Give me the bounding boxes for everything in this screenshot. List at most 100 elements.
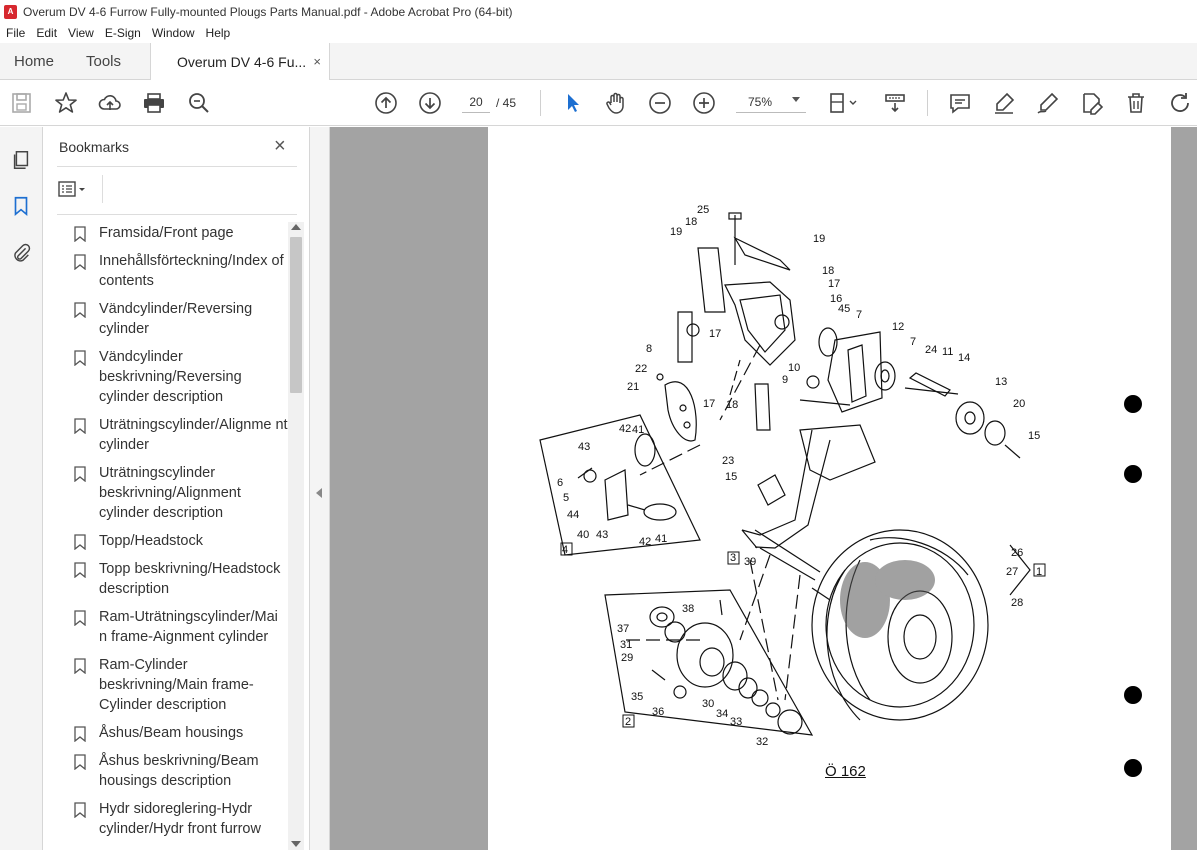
print-icon[interactable] bbox=[141, 90, 167, 116]
bookmark-label: Vändcylinder beskrivning/Reversing cylin… bbox=[99, 349, 242, 405]
binding-hole bbox=[1124, 395, 1142, 413]
menu-help[interactable]: Help bbox=[201, 26, 236, 40]
figure-caption: Ö 162 bbox=[825, 763, 866, 780]
bookmark-options-button[interactable] bbox=[57, 177, 97, 201]
bookmark-item[interactable]: Framsida/Front page bbox=[43, 223, 288, 251]
zoom-out-icon[interactable] bbox=[647, 90, 673, 116]
menu-window[interactable]: Window bbox=[147, 26, 200, 40]
bookmark-label: Åshus beskrivning/Beam housings descript… bbox=[99, 753, 259, 789]
bookmark-label: Framsida/Front page bbox=[99, 225, 234, 241]
bookmark-icon bbox=[74, 226, 86, 242]
left-rail bbox=[0, 127, 43, 850]
bookmark-item[interactable]: Uträtningscylinder/Alignme nt cylinder bbox=[43, 415, 288, 463]
panel-divider bbox=[57, 166, 297, 167]
title-bar: A Overum DV 4-6 Furrow Fully-mounted Plo… bbox=[0, 0, 1197, 23]
bookmark-item[interactable]: Innehållsförteckning/Index of contents bbox=[43, 251, 288, 299]
pdf-page bbox=[488, 127, 1171, 850]
upload-icon[interactable] bbox=[97, 90, 123, 116]
bookmark-label: Uträtningscylinder beskrivning/Alignment… bbox=[99, 465, 241, 521]
menu-edit[interactable]: Edit bbox=[31, 26, 62, 40]
menu-bar: File Edit View E-Sign Window Help bbox=[0, 23, 1197, 43]
bookmark-icon bbox=[74, 534, 86, 550]
hand-icon[interactable] bbox=[603, 90, 629, 116]
bookmark-item[interactable]: Vändcylinder/Reversing cylinder bbox=[43, 299, 288, 347]
scrollbar-thumb[interactable] bbox=[290, 237, 302, 393]
close-panel-icon[interactable]: × bbox=[274, 135, 286, 158]
delete-icon[interactable] bbox=[1123, 90, 1149, 116]
bookmark-label: Ram-Uträtningscylinder/Mai n frame-Aignm… bbox=[99, 609, 278, 645]
bookmark-label: Vändcylinder/Reversing cylinder bbox=[99, 301, 253, 337]
scroll-down-icon[interactable] bbox=[291, 841, 301, 847]
bookmark-label: Topp beskrivning/Headstock description bbox=[99, 561, 281, 597]
bookmark-item[interactable]: Vändcylinder beskrivning/Reversing cylin… bbox=[43, 347, 288, 415]
bookmark-item[interactable]: Ram-Cylinder beskrivning/Main frame-Cyli… bbox=[43, 655, 288, 723]
zoom-value: 75% bbox=[748, 95, 773, 109]
bookmark-icon bbox=[74, 562, 86, 578]
bookmark-item[interactable]: Topp/Headstock bbox=[43, 531, 288, 559]
bookmark-item[interactable]: Hydr sidoreglering-Hydr cylinder/Hydr fr… bbox=[43, 799, 288, 847]
bookmarks-panel: Bookmarks × Framsida/Front page Innehåll… bbox=[43, 127, 310, 850]
toolbar-divider-2 bbox=[927, 90, 928, 116]
bookmark-icon bbox=[74, 754, 86, 770]
bookmark-item[interactable]: Topp beskrivning/Headstock description bbox=[43, 559, 288, 607]
menu-view[interactable]: View bbox=[63, 26, 99, 40]
bookmark-icon bbox=[74, 350, 86, 366]
page-up-icon[interactable] bbox=[373, 90, 399, 116]
bookmark-label: Topp/Headstock bbox=[99, 533, 203, 549]
pages-icon[interactable] bbox=[8, 147, 34, 173]
scroll-up-icon[interactable] bbox=[291, 224, 301, 230]
binding-hole bbox=[1124, 686, 1142, 704]
tab-document-label: Overum DV 4-6 Fu... bbox=[177, 54, 307, 70]
toolbar-divider bbox=[540, 90, 541, 116]
bookmark-icon bbox=[74, 254, 86, 270]
save-icon[interactable] bbox=[9, 90, 35, 116]
binding-hole bbox=[1124, 465, 1142, 483]
highlight-icon[interactable] bbox=[991, 90, 1017, 116]
bookmark-icon bbox=[74, 466, 86, 482]
options-divider bbox=[102, 175, 103, 203]
zoom-select[interactable]: 75% bbox=[736, 91, 806, 113]
scroll-mode-icon[interactable] bbox=[882, 90, 908, 116]
zoom-in-icon[interactable] bbox=[691, 90, 717, 116]
bookmark-icon bbox=[74, 726, 86, 742]
sign-icon[interactable] bbox=[1035, 90, 1061, 116]
bookmark-item[interactable]: Uträtningscylinder beskrivning/Alignment… bbox=[43, 463, 288, 531]
binding-hole bbox=[1124, 759, 1142, 777]
tab-tools[interactable]: Tools bbox=[86, 43, 121, 80]
comment-icon[interactable] bbox=[947, 90, 973, 116]
panel-divider-2 bbox=[57, 214, 297, 215]
page-number-input[interactable] bbox=[462, 91, 490, 113]
bookmark-icon bbox=[74, 610, 86, 626]
page-fit-icon[interactable] bbox=[826, 90, 860, 116]
bookmark-panel-icon[interactable] bbox=[8, 193, 34, 219]
select-arrow-icon[interactable] bbox=[559, 90, 585, 116]
page-down-icon[interactable] bbox=[417, 90, 443, 116]
menu-file[interactable]: File bbox=[1, 26, 30, 40]
tab-home[interactable]: Home bbox=[14, 43, 54, 80]
bookmark-icon bbox=[74, 658, 86, 674]
pdf-icon: A bbox=[4, 4, 17, 19]
attachment-icon[interactable] bbox=[8, 240, 34, 266]
panel-title: Bookmarks bbox=[59, 139, 130, 155]
rotate-icon[interactable] bbox=[1167, 90, 1193, 116]
zoom-search-icon[interactable] bbox=[186, 90, 212, 116]
page-total: / 45 bbox=[496, 96, 517, 110]
bookmark-label: Åshus/Beam housings bbox=[99, 725, 244, 741]
edit-pdf-icon[interactable] bbox=[1079, 90, 1105, 116]
bookmark-label: Hydr sidoreglering-Hydr cylinder/Hydr fr… bbox=[99, 801, 261, 837]
toolbar bbox=[0, 80, 1197, 126]
bookmark-item[interactable]: Åshus beskrivning/Beam housings descript… bbox=[43, 751, 288, 799]
close-tab-icon[interactable]: × bbox=[313, 54, 321, 69]
window-title: Overum DV 4-6 Furrow Fully-mounted Ploug… bbox=[23, 4, 513, 19]
bookmark-label: Innehållsförteckning/Index of contents bbox=[99, 253, 284, 289]
tab-document[interactable]: Overum DV 4-6 Fu... × bbox=[150, 43, 330, 81]
bookmark-item[interactable]: Ram-Uträtningscylinder/Mai n frame-Aignm… bbox=[43, 607, 288, 655]
bookmark-item[interactable]: Åshus/Beam housings bbox=[43, 723, 288, 751]
bookmark-icon bbox=[74, 418, 86, 434]
bookmark-icon bbox=[74, 302, 86, 318]
collapse-panel-icon[interactable] bbox=[316, 488, 322, 498]
menu-esign[interactable]: E-Sign bbox=[100, 26, 146, 40]
bookmark-list: Framsida/Front page Innehållsförteckning… bbox=[43, 223, 288, 850]
star-icon[interactable] bbox=[53, 90, 79, 116]
tab-bar: Home Tools Overum DV 4-6 Fu... × bbox=[0, 43, 1197, 81]
